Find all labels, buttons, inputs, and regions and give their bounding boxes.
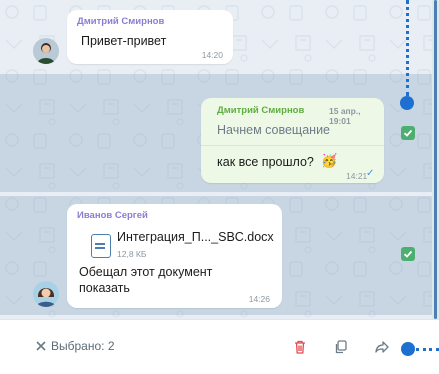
selection-checkbox[interactable] xyxy=(401,126,415,140)
selected-count: Выбрано: 2 xyxy=(51,339,115,353)
selection-toolbar: Выбрано: 2 xyxy=(0,319,439,374)
close-icon[interactable] xyxy=(33,338,49,354)
annotation-marker xyxy=(401,342,415,356)
file-attachment[interactable]: Интеграция_П..._SBC.docx 12,8 КБ xyxy=(79,226,275,260)
message-bubble[interactable]: Иванов Сергей Интеграция_П..._SBC.docx 1… xyxy=(67,204,282,308)
emoji: 🥳 xyxy=(321,153,338,168)
read-checkmark-icon: ✓ xyxy=(366,168,375,179)
message-time: 14:20 xyxy=(201,50,223,60)
trash-icon[interactable] xyxy=(292,339,308,355)
annotation-marker xyxy=(400,96,414,110)
message-bubble[interactable]: Дмитрий Смирнов Привет-привет 14:20 xyxy=(67,10,233,64)
message-bubble-own[interactable]: Дмитрий Смирнов 15 апр., 19:01 Начнем со… xyxy=(201,98,384,183)
selection-checkbox[interactable] xyxy=(401,247,415,261)
message-time: 14:26 xyxy=(248,294,270,304)
divider xyxy=(201,145,384,146)
annotation-dotted-line xyxy=(406,0,409,96)
message-text-line-1: Обещал этот документ xyxy=(79,265,213,279)
message-text: Привет-привет xyxy=(81,34,167,48)
scrollbar-thumb[interactable] xyxy=(434,0,437,319)
file-icon xyxy=(91,234,111,258)
quote-sender: Дмитрий Смирнов xyxy=(217,105,305,116)
avatar[interactable] xyxy=(33,281,59,307)
quote-date: 15 апр., 19:01 xyxy=(329,106,361,126)
copy-icon[interactable] xyxy=(333,339,349,355)
avatar[interactable] xyxy=(33,38,59,64)
message-text-line-2: показать xyxy=(79,281,130,295)
sender-name: Иванов Сергей xyxy=(77,210,148,221)
chat-area: Дмитрий Смирнов Привет-привет 14:20 Дмит… xyxy=(0,0,432,319)
message-time: 14:21 xyxy=(346,171,368,181)
quote-text: Начнем совещание xyxy=(217,123,331,137)
checkmark-icon xyxy=(403,250,413,258)
sender-name: Дмитрий Смирнов xyxy=(77,16,165,27)
message-text: как все прошло? xyxy=(217,155,314,169)
checkmark-icon xyxy=(403,129,413,137)
share-icon[interactable] xyxy=(374,339,390,355)
file-size: 12,8 КБ xyxy=(117,249,147,259)
annotation-dotted-line xyxy=(416,348,439,351)
file-name: Интеграция_П..._SBC.docx xyxy=(117,230,274,244)
reply-quote[interactable]: Дмитрий Смирнов 15 апр., 19:01 Начнем со… xyxy=(209,104,379,140)
